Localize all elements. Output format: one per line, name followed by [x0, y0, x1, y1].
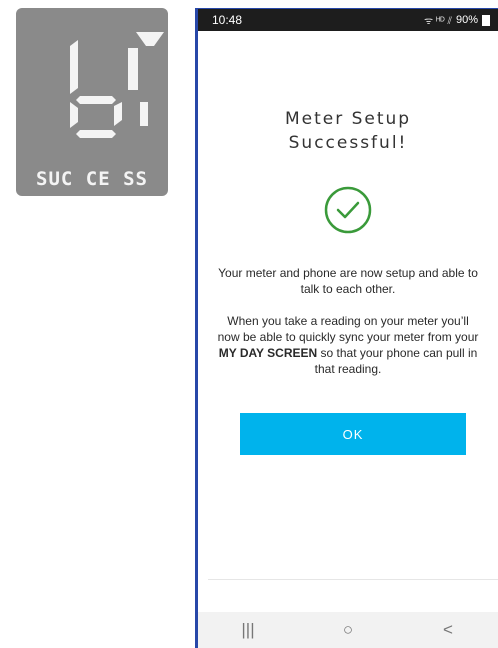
my-day-screen-label: MY DAY SCREEN — [218, 346, 318, 360]
divider — [208, 579, 498, 580]
sync-text-part-1: When you take a reading on your meter yo… — [217, 314, 479, 344]
setup-message: Your meter and phone are now setup and a… — [218, 266, 478, 296]
title-line-1: Meter Setup — [284, 109, 412, 129]
setup-success-content: Meter Setup Successful! Your meter and p… — [198, 107, 498, 455]
ok-button[interactable]: OK — [240, 413, 466, 455]
battery-icon — [482, 14, 490, 26]
page-title: Meter Setup Successful! — [198, 107, 498, 155]
meter-lcd-display: SUC CE SS — [16, 8, 168, 196]
sync-text-part-2: so that your phone can pull in that read… — [314, 346, 478, 376]
home-icon[interactable]: ○ — [318, 620, 378, 640]
meter-status-text: SUC CE SS — [36, 168, 148, 190]
battery-percent: 90% — [455, 14, 478, 26]
status-time: 10:48 — [212, 13, 243, 27]
phone-screen: 10:48 ᯤ ᴴᴰ ⫽ 90% Meter Setup Successful!… — [195, 8, 498, 648]
back-icon[interactable]: < — [418, 620, 478, 640]
status-indicators: ᯤ ᴴᴰ ⫽ 90% — [424, 13, 490, 27]
android-nav-bar: ||| ○ < — [198, 612, 498, 648]
sync-instructions: When you take a reading on your meter yo… — [217, 313, 479, 377]
title-line-2: Successful! — [288, 133, 408, 153]
recents-icon[interactable]: ||| — [218, 620, 278, 640]
status-bar: 10:48 ᯤ ᴴᴰ ⫽ 90% — [198, 9, 498, 31]
success-check-icon — [323, 185, 373, 235]
signal-icon: ᯤ ᴴᴰ ⫽ — [424, 16, 452, 27]
